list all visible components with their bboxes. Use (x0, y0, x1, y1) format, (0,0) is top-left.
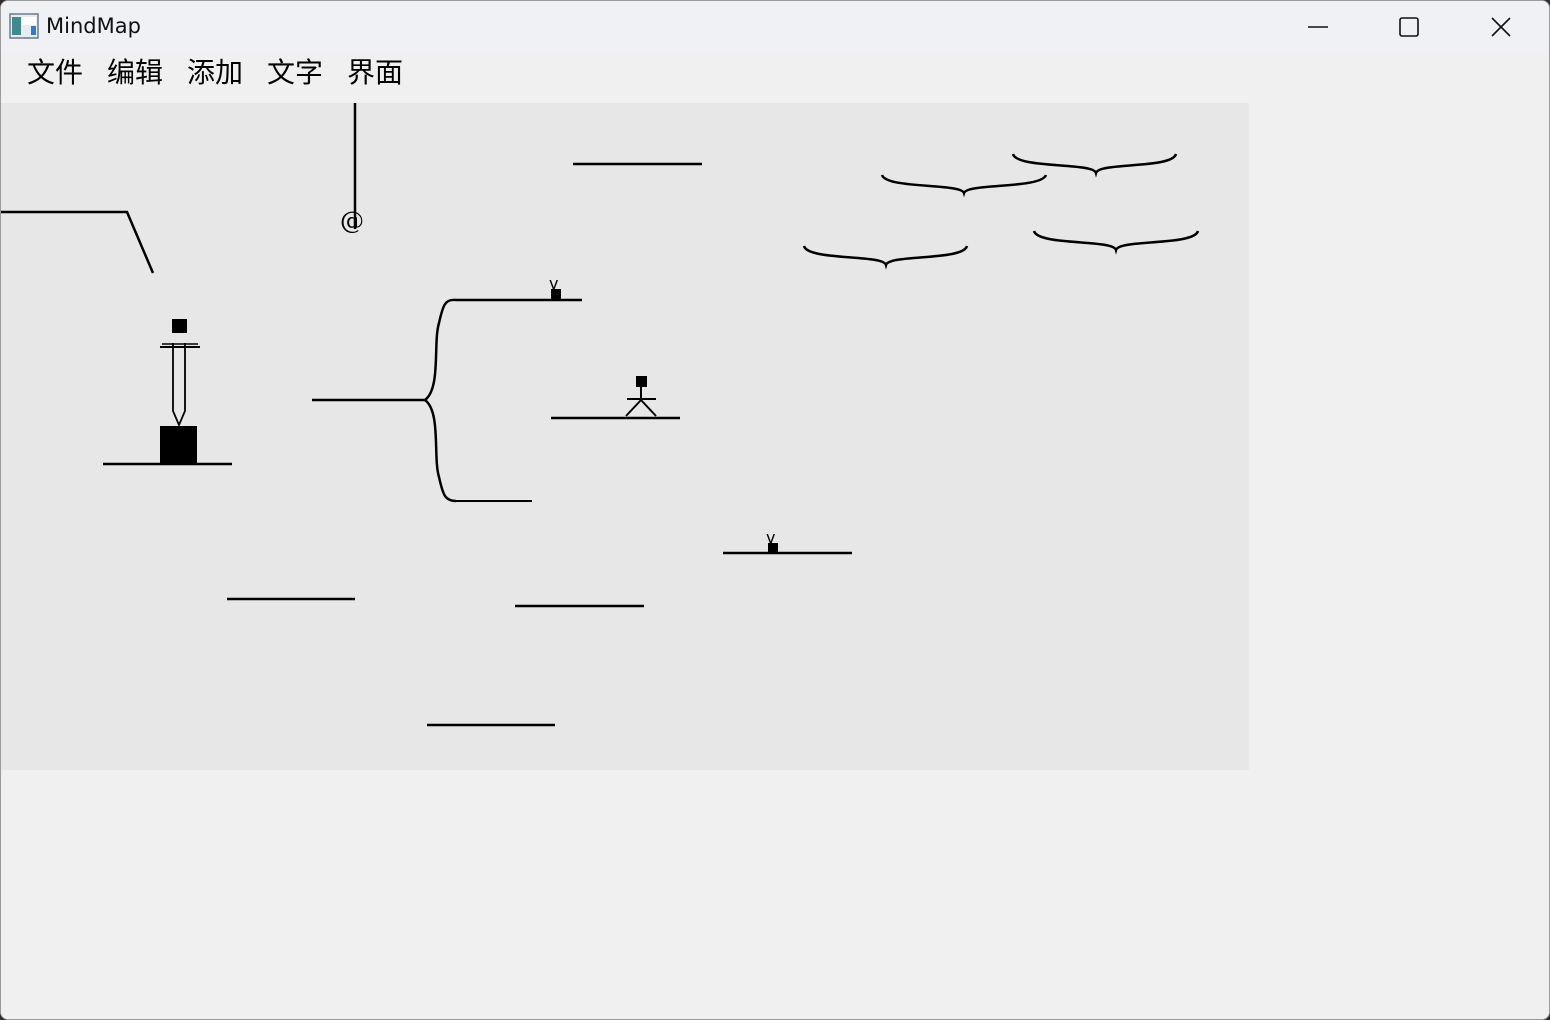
curly-brace-icon[interactable] (1011, 153, 1178, 178)
minimize-button[interactable] (1272, 1, 1364, 53)
menu-edit[interactable]: 编辑 (105, 53, 165, 93)
menu-bar: 文件 编辑 添加 文字 界面 (1, 53, 1549, 103)
maximize-icon (1399, 17, 1419, 37)
mindmap-drawing: @ v v (1, 103, 1200, 727)
branch-brace[interactable] (312, 298, 582, 503)
v-marker-node[interactable]: v (723, 528, 852, 555)
app-window: MindMap 文件 编辑 添加 文字 界面 @ v v (0, 0, 1550, 1020)
curly-brace-icon[interactable] (880, 174, 1048, 198)
slanted-connector[interactable] (1, 210, 155, 274)
title-bar[interactable]: MindMap (1, 1, 1549, 53)
lighthouse-icon[interactable] (103, 319, 232, 466)
curly-brace-icon[interactable] (1032, 230, 1200, 255)
menu-text[interactable]: 文字 (265, 53, 325, 93)
maximize-button[interactable] (1363, 1, 1455, 53)
app-icon (9, 13, 39, 39)
svg-text:v: v (549, 274, 558, 293)
close-icon (1491, 17, 1511, 37)
stick-figure-icon[interactable] (551, 376, 680, 420)
close-button[interactable] (1455, 1, 1547, 53)
mindmap-canvas[interactable]: @ v v (1, 103, 1249, 770)
minimize-icon (1308, 26, 1328, 28)
menu-add[interactable]: 添加 (185, 53, 245, 93)
menu-file[interactable]: 文件 (25, 53, 85, 93)
svg-text:v: v (766, 528, 775, 547)
empty-area (1, 770, 1549, 1019)
v-marker-node[interactable]: v (549, 274, 561, 300)
at-symbol-label: @ (340, 207, 364, 235)
curly-brace-icon[interactable] (802, 245, 969, 270)
menu-view[interactable]: 界面 (345, 53, 405, 93)
window-title: MindMap (46, 14, 141, 38)
